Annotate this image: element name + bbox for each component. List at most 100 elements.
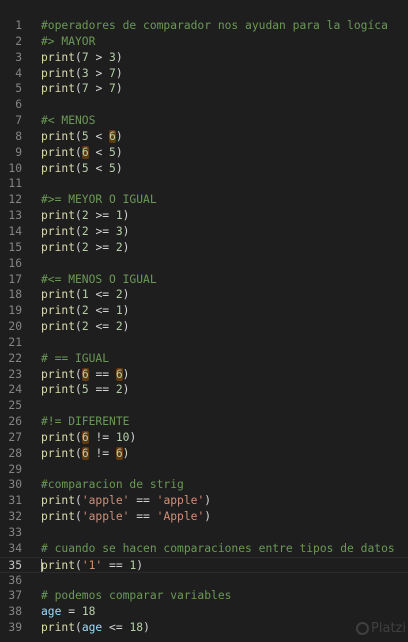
code-text: print(2 >= 1) — [41, 208, 129, 224]
operator-token: ( — [75, 383, 82, 397]
code-line[interactable]: 27 print(6 != 10) — [0, 430, 408, 446]
operator-token: ( — [75, 621, 82, 635]
number-literal: 7 — [81, 50, 89, 64]
operator-token: ) — [122, 304, 130, 318]
operator-token: ( — [75, 304, 82, 318]
code-comment: # == IGUAL — [41, 351, 110, 365]
operator-token: ) — [122, 209, 130, 223]
operator-token: ( — [75, 50, 82, 64]
code-line[interactable]: 31 print('apple' == 'apple') — [0, 493, 408, 509]
highlighted-number: 6 — [115, 367, 123, 381]
function-name: print — [41, 145, 76, 159]
code-text: print('apple' == 'apple') — [41, 493, 211, 509]
line-number: 2 — [15, 34, 22, 48]
code-comment: #<= MENOS O IGUAL — [41, 272, 157, 286]
code-line[interactable]: 15 print(2 >= 2) — [0, 240, 408, 256]
function-name: print — [41, 510, 76, 524]
code-line[interactable]: 38 age = 18 — [0, 604, 408, 620]
operator-token: ( — [75, 66, 82, 80]
code-text: # podemos comparar variables — [41, 588, 231, 604]
code-line[interactable]: 20 print(2 <= 2) — [0, 319, 408, 335]
code-line[interactable]: 19 print(2 <= 1) — [0, 303, 408, 319]
operator-token: ( — [75, 446, 82, 460]
code-line[interactable]: 9 print(6 < 5) — [0, 145, 408, 161]
code-line[interactable]: 35 print('1' == 1) — [0, 556, 408, 573]
code-line[interactable]: 34 # cuando se hacen comparaciones entre … — [0, 541, 408, 557]
code-comment: # podemos comparar variables — [41, 589, 232, 603]
code-line[interactable]: 39 print(age <= 18) — [0, 620, 408, 636]
code-text: print(7 > 3) — [41, 50, 123, 66]
code-line[interactable]: 5 print(7 > 7) — [0, 81, 408, 97]
function-name: print — [41, 82, 76, 96]
code-line[interactable]: 22 # == IGUAL — [0, 351, 408, 367]
function-name: print — [41, 240, 76, 254]
code-line[interactable]: 2 #> MAYOR — [0, 34, 408, 50]
operator-token: ( — [75, 82, 82, 96]
code-line[interactable]: 32 print('apple' == 'Apple') — [0, 509, 408, 525]
code-line[interactable]: 4 print(3 > 7) — [0, 66, 408, 82]
code-text: print(2 <= 1) — [41, 303, 129, 319]
code-comment: #comparacion de strig — [41, 478, 184, 492]
code-line[interactable]: 21 — [0, 335, 408, 351]
number-literal: 7 — [81, 82, 89, 96]
code-text: print(2 >= 3) — [41, 224, 129, 240]
line-number: 6 — [15, 98, 22, 112]
code-text: age = 18 — [41, 604, 95, 620]
operator-token: ( — [75, 494, 82, 508]
code-comment: #< MENOS — [41, 114, 96, 128]
code-line[interactable]: 12 #>= MEYOR O IGUAL — [0, 192, 408, 208]
code-line[interactable]: 17 #<= MENOS O IGUAL — [0, 272, 408, 288]
line-number: 35 — [8, 558, 22, 572]
code-line[interactable]: 26 #!= DIFERENTE — [0, 414, 408, 430]
operator-token: ( — [75, 209, 82, 223]
code-text: print(2 >= 2) — [41, 240, 129, 256]
operator-token: == — [129, 494, 157, 508]
code-line[interactable]: 3 print(7 > 3) — [0, 50, 408, 66]
number-literal: 18 — [129, 621, 144, 635]
line-number: 29 — [8, 462, 22, 476]
number-literal: 10 — [115, 430, 130, 444]
code-text: # == IGUAL — [41, 351, 109, 367]
code-text: print(6 != 10) — [41, 430, 136, 446]
code-line[interactable]: 14 print(2 >= 3) — [0, 224, 408, 240]
code-line[interactable]: 37 # podemos comparar variables — [0, 588, 408, 604]
operator-token: ( — [75, 129, 82, 143]
code-line[interactable]: 18 print(1 <= 2) — [0, 287, 408, 303]
code-line[interactable]: 10 print(5 < 5) — [0, 161, 408, 177]
code-line[interactable]: 25 — [0, 398, 408, 414]
line-number: 27 — [8, 430, 22, 444]
line-number: 7 — [15, 114, 22, 128]
code-line[interactable]: 13 print(2 >= 1) — [0, 208, 408, 224]
code-line[interactable]: 29 — [0, 462, 408, 478]
code-line[interactable]: 6 — [0, 97, 408, 113]
code-line[interactable]: 33 — [0, 525, 408, 541]
code-text: #operadores de comparador nos ayudan par… — [41, 18, 388, 34]
code-line[interactable]: 24 print(5 == 2) — [0, 382, 408, 398]
line-number: 26 — [8, 415, 22, 429]
code-editor[interactable]: 1 #operadores de comparador nos ayudan pa… — [0, 18, 408, 636]
highlighted-number: 6 — [115, 446, 123, 460]
number-literal: 1 — [115, 209, 123, 223]
operator-token: ) — [129, 430, 137, 444]
code-line[interactable]: 36 — [0, 573, 408, 589]
code-text: #< MENOS — [41, 113, 95, 129]
line-number: 32 — [8, 510, 22, 524]
code-comment: #> MAYOR — [41, 34, 96, 48]
function-name: print — [41, 621, 76, 635]
code-line[interactable]: 1 #operadores de comparador nos ayudan pa… — [0, 18, 408, 34]
function-name: print — [41, 129, 76, 143]
code-line[interactable]: 30 #comparacion de strig — [0, 477, 408, 493]
string-literal: 'apple' — [81, 510, 130, 524]
code-line[interactable]: 7 #< MENOS — [0, 113, 408, 129]
line-number: 9 — [15, 145, 22, 159]
code-line[interactable]: 28 print(6 != 6) — [0, 446, 408, 462]
code-line[interactable]: 8 print(5 < 6) — [0, 129, 408, 145]
operator-token: ) — [204, 510, 212, 524]
function-name: print — [41, 161, 76, 175]
code-line[interactable]: 16 — [0, 256, 408, 272]
variable-name: age — [41, 605, 62, 619]
number-literal: 5 — [109, 161, 116, 175]
code-line[interactable]: 23 print(6 == 6) — [0, 367, 408, 383]
variable-name: age — [81, 621, 103, 635]
code-line[interactable]: 11 — [0, 176, 408, 192]
